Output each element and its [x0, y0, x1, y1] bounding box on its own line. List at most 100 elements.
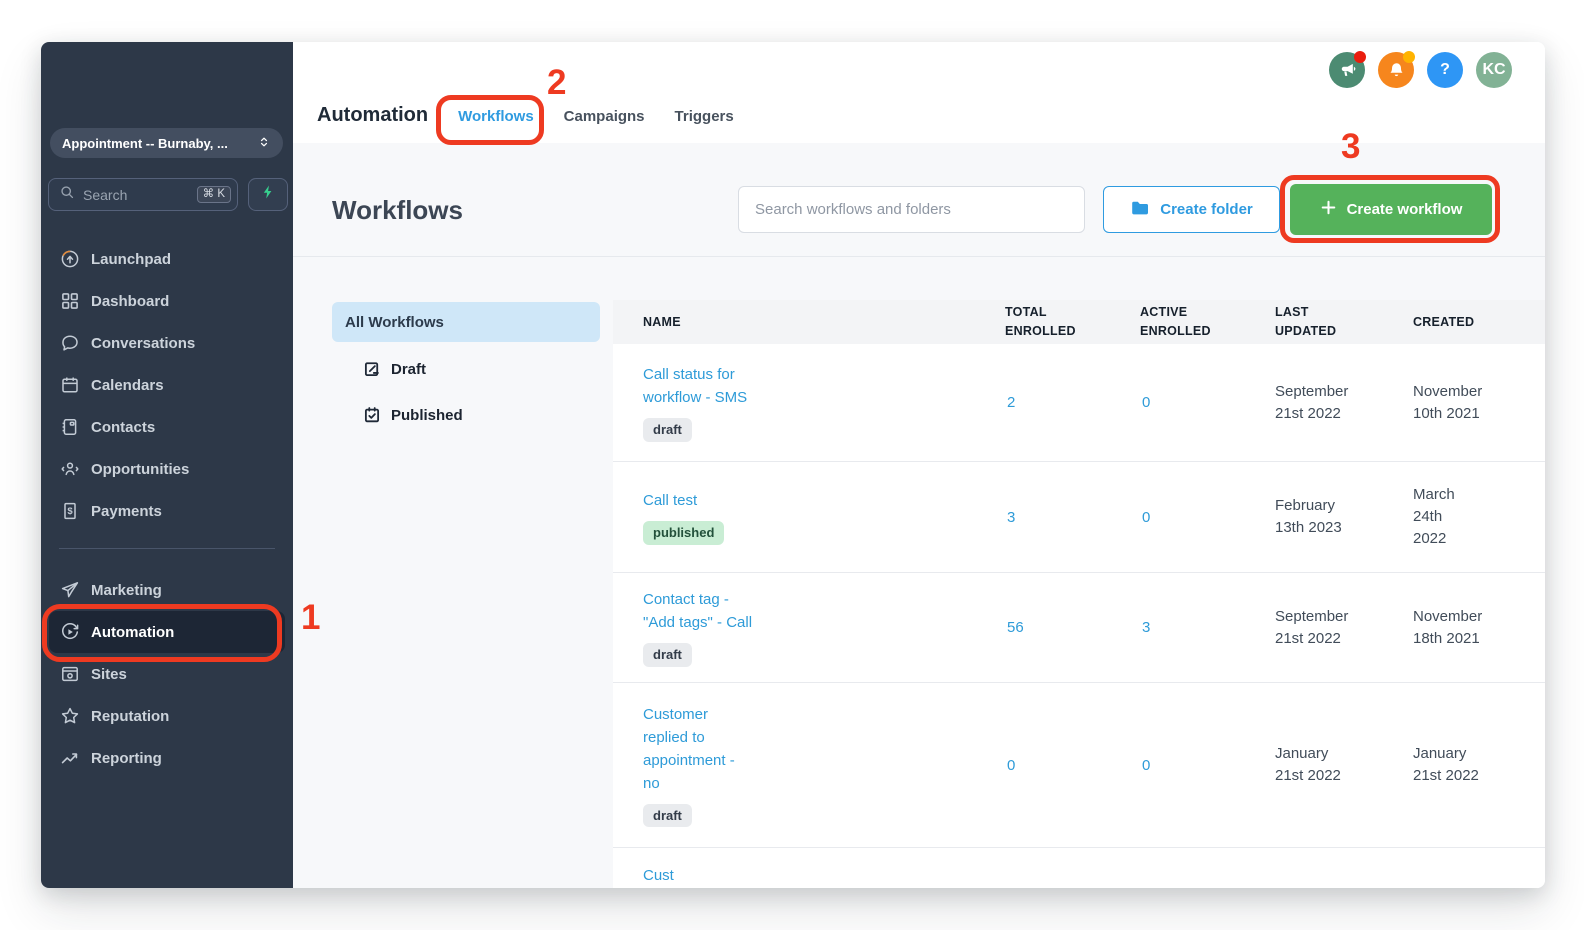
sidebar-item-label: Dashboard — [91, 292, 170, 310]
total-enrolled-value[interactable]: 3 — [1005, 462, 1140, 572]
table-row: Call status for workflow - SMS draft 2 0 … — [613, 344, 1545, 462]
keyboard-shortcut-badge: ⌘ K — [196, 185, 231, 204]
launchpad-icon — [60, 249, 80, 269]
workflows-table: NAME TOTAL ENROLLED ACTIVE ENROLLED LAST UP… — [613, 300, 1545, 888]
user-avatar-button[interactable]: KC — [1476, 52, 1512, 88]
sidebar-item-launchpad[interactable]: Launchpad — [49, 238, 285, 280]
tab-bar: Workflows Campaigns Triggers — [458, 108, 734, 125]
workflows-search-input[interactable] — [738, 186, 1085, 233]
user-avatar-label: KC — [1482, 61, 1506, 78]
sidebar-item-calendars[interactable]: Calendars — [49, 364, 285, 406]
status-badge: published — [643, 521, 725, 545]
bolt-icon — [260, 184, 276, 205]
folder-icon — [1130, 198, 1150, 222]
chevron-up-down-icon — [257, 135, 271, 152]
search-icon — [59, 184, 75, 205]
filter-draft[interactable]: Draft — [363, 346, 613, 392]
content: Workflows Create folder Create workflow — [293, 143, 1545, 888]
last-updated-value: January 21st 2022 — [1275, 745, 1341, 784]
sidebar-item-marketing[interactable]: Marketing — [49, 569, 285, 611]
content-body: All Workflows Draft Published NAME TOTAL E… — [293, 257, 1545, 888]
page-title: Automation — [317, 104, 429, 126]
notification-dot — [1403, 51, 1415, 63]
conversations-icon — [60, 333, 80, 353]
table-body: Call status for workflow - SMS draft 2 0 … — [613, 344, 1545, 888]
notification-dot — [1354, 51, 1366, 63]
app-window: Appointment -- Burnaby, ... Search ⌘ K L… — [41, 42, 1545, 888]
sidebar-item-dashboard[interactable]: Dashboard — [49, 280, 285, 322]
sidebar-item-label: Launchpad — [91, 250, 172, 268]
total-enrolled-value[interactable]: 0 — [1005, 683, 1140, 847]
last-updated-value: September 21st 2022 — [1275, 382, 1349, 422]
workflow-name-link[interactable]: Cust — [643, 864, 674, 887]
main-area: Automation Workflows Campaigns Triggers ? K… — [293, 42, 1545, 888]
megaphone-icon — [1338, 61, 1357, 80]
tab-triggers[interactable]: Triggers — [675, 108, 734, 125]
bell-icon — [1387, 61, 1406, 80]
created-value: November 10th 2021 — [1413, 382, 1483, 422]
tab-workflows[interactable]: Workflows — [458, 108, 534, 125]
sidebar-nav: Launchpad Dashboard Conversations Calendars… — [41, 238, 293, 779]
column-header-created: CREATED — [1413, 314, 1475, 329]
sidebar: Appointment -- Burnaby, ... Search ⌘ K L… — [41, 42, 293, 888]
status-badge: draft — [643, 643, 692, 667]
sidebar-item-label: Reputation — [91, 707, 170, 725]
status-badge: draft — [643, 418, 692, 442]
sidebar-item-reputation[interactable]: Reputation — [49, 695, 285, 737]
announcements-button[interactable] — [1329, 51, 1366, 88]
filter-published[interactable]: Published — [363, 392, 613, 438]
sidebar-search-row: Search ⌘ K — [48, 178, 288, 211]
plus-icon — [1320, 199, 1337, 220]
last-updated-value: September 21st 2022 — [1275, 607, 1349, 647]
published-icon — [363, 406, 381, 424]
created-value: November 18th 2021 — [1413, 607, 1483, 647]
workflows-header: Workflows Create folder Create workflow — [293, 143, 1545, 257]
screenshot-canvas: Appointment -- Burnaby, ... Search ⌘ K L… — [0, 0, 1584, 930]
sidebar-item-reporting[interactable]: Reporting — [49, 737, 285, 779]
active-enrolled-value[interactable]: 0 — [1140, 683, 1275, 847]
workflow-name-link[interactable]: Call test — [643, 489, 697, 512]
active-enrolled-value[interactable]: 0 — [1140, 462, 1275, 572]
table-row: Contact tag - "Add tags" - Call draft 56 … — [613, 573, 1545, 683]
marketing-icon — [60, 580, 80, 600]
filter-label: Published — [391, 406, 463, 424]
workflow-name-link[interactable]: Contact tag - "Add tags" - Call — [643, 588, 752, 634]
table-row: Customer replied to appointment - no draf… — [613, 683, 1545, 848]
create-workflow-label: Create workflow — [1346, 201, 1463, 218]
location-dropdown[interactable]: Appointment -- Burnaby, ... — [50, 128, 283, 158]
column-header-name: NAME — [643, 314, 681, 329]
sidebar-item-payments[interactable]: $ Payments — [49, 490, 285, 532]
workflow-name-link[interactable]: Call status for workflow - SMS — [643, 363, 747, 409]
payments-icon: $ — [60, 501, 80, 521]
sidebar-search-input[interactable]: Search ⌘ K — [48, 178, 238, 211]
workflow-name-link[interactable]: Customer replied to appointment - no — [643, 703, 735, 795]
quick-actions-button[interactable] — [248, 178, 288, 211]
notifications-button[interactable] — [1378, 51, 1415, 88]
active-enrolled-value[interactable]: 3 — [1140, 573, 1275, 682]
total-enrolled-value[interactable]: 2 — [1005, 344, 1140, 461]
table-header-row: NAME TOTAL ENROLLED ACTIVE ENROLLED LAST UP… — [613, 300, 1545, 344]
help-label: ? — [1440, 61, 1450, 78]
sites-icon — [60, 664, 80, 684]
total-enrolled-value[interactable]: 56 — [1005, 573, 1140, 682]
last-updated-value: February 13th 2023 — [1275, 497, 1342, 536]
created-value: March 24th 2022 — [1413, 486, 1455, 547]
calendars-icon — [60, 375, 80, 395]
active-enrolled-value[interactable]: 0 — [1140, 344, 1275, 461]
sidebar-item-label: Conversations — [91, 334, 196, 352]
sidebar-item-conversations[interactable]: Conversations — [49, 322, 285, 364]
filter-all-workflows[interactable]: All Workflows — [332, 302, 600, 342]
sidebar-item-automation[interactable]: Automation — [49, 611, 285, 653]
sidebar-item-label: Automation — [91, 623, 175, 641]
sidebar-item-sites[interactable]: Sites — [49, 653, 285, 695]
sidebar-search-placeholder: Search — [83, 186, 128, 203]
sidebar-item-contacts[interactable]: Contacts — [49, 406, 285, 448]
sidebar-divider — [59, 548, 275, 549]
help-button[interactable]: ? — [1427, 52, 1463, 88]
tab-campaigns[interactable]: Campaigns — [564, 108, 645, 125]
create-workflow-button[interactable]: Create workflow — [1290, 184, 1492, 235]
table-row: Cust — [613, 848, 1545, 888]
create-folder-button[interactable]: Create folder — [1103, 186, 1280, 233]
column-header-active-enrolled: ACTIVE ENROLLED — [1140, 305, 1211, 338]
sidebar-item-opportunities[interactable]: Opportunities — [49, 448, 285, 490]
